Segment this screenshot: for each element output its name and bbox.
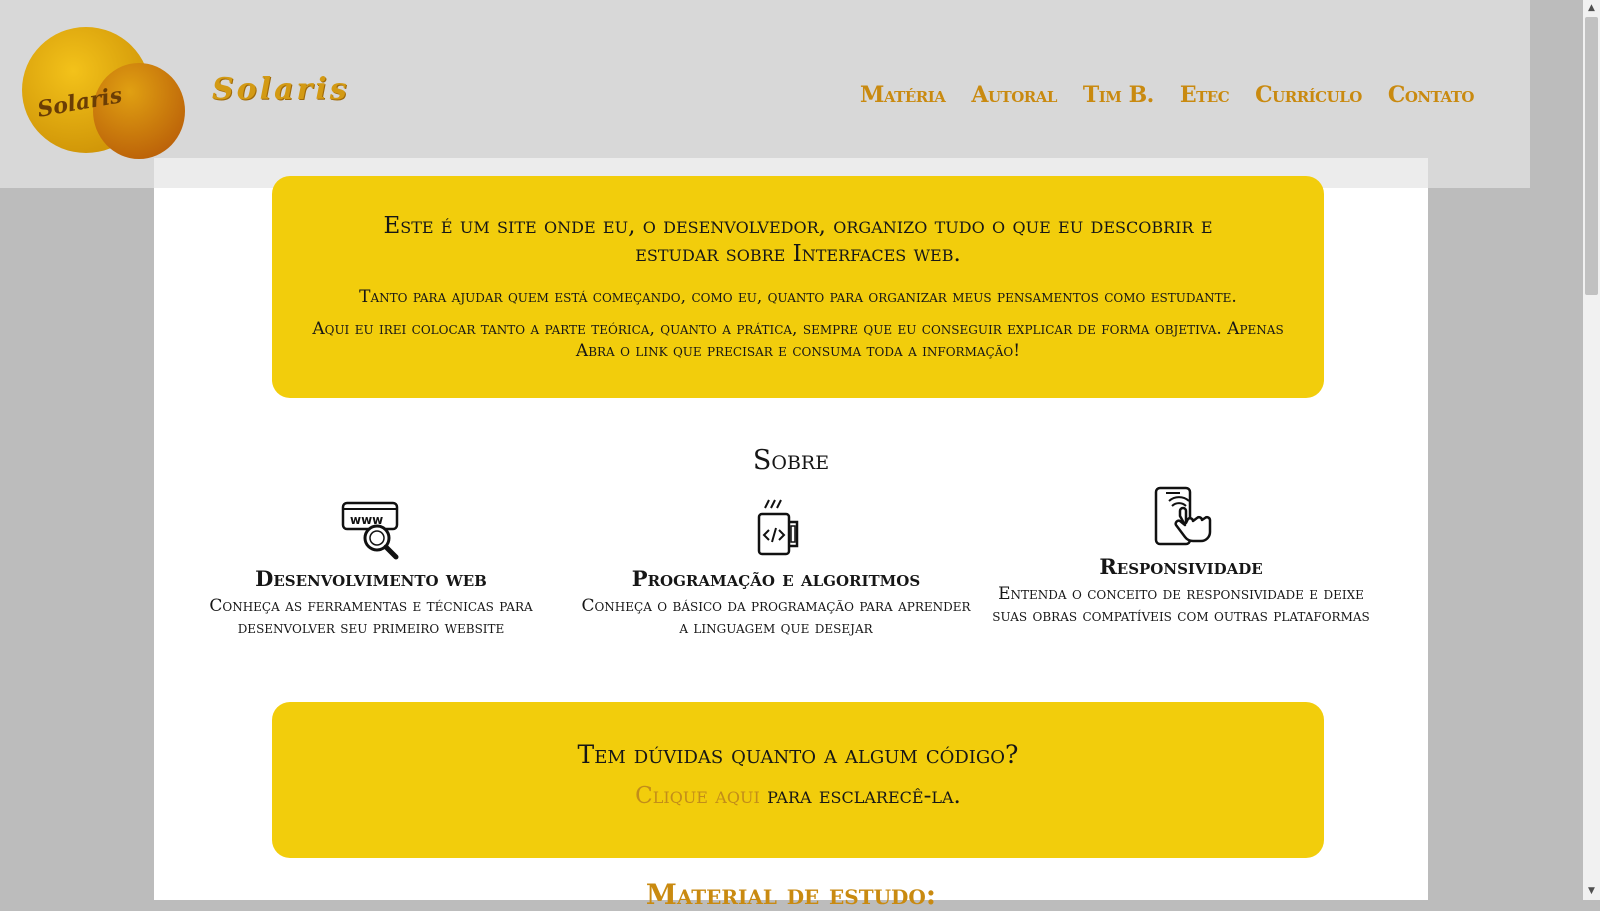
- feature-title: Responsividade: [1099, 554, 1263, 579]
- intro-box: Este é um site onde eu, o desenvolvedor,…: [272, 176, 1324, 398]
- code-mug-icon: [757, 499, 799, 556]
- feature-responsive: Responsividade Entenda o conceito de res…: [986, 486, 1376, 627]
- feature-text: Conheça o básico da programação para apr…: [581, 596, 971, 638]
- nav-materia[interactable]: Matéria: [860, 82, 946, 108]
- material-heading: Material de estudo:: [645, 878, 937, 911]
- feature-text: Conheça as ferramentas e técnicas para d…: [209, 596, 533, 638]
- main-content: Este é um site onde eu, o desenvolvedor,…: [154, 158, 1428, 911]
- feature-text: Entenda o conceito de responsividade e d…: [992, 584, 1370, 626]
- nav-curriculo[interactable]: Currículo: [1255, 82, 1362, 108]
- feature-programming: Programação e algoritmos Conheça o básic…: [581, 498, 971, 639]
- help-box: Tem dúvidas quanto a algum código? Cliqu…: [272, 702, 1324, 858]
- nav-contato[interactable]: Contato: [1388, 82, 1475, 108]
- nav-autoral[interactable]: Autoral: [971, 82, 1057, 108]
- help-cta-rest: para esclarecê-la.: [759, 783, 961, 809]
- intro-title: Este é um site onde eu, o desenvolvedor,…: [383, 213, 1213, 267]
- www-search-icon: www: [341, 501, 399, 560]
- main-nav: Matéria Autoral Tim B. Etec Currículo Co…: [860, 82, 1475, 108]
- scroll-up-arrow-icon[interactable]: ▲: [1583, 0, 1600, 17]
- solaris-logo[interactable]: Solaris: [20, 26, 185, 160]
- scrollbar-thumb[interactable]: [1585, 17, 1598, 295]
- touch-phone-icon: [1154, 486, 1212, 546]
- feature-title: Programação e algoritmos: [631, 566, 921, 591]
- help-link[interactable]: Clique aqui: [635, 783, 760, 809]
- nav-tim-b[interactable]: Tim B.: [1083, 82, 1154, 108]
- feature-web-dev: www Desenvolvimento web Conheça as ferra…: [176, 498, 566, 639]
- help-cta: Clique aqui para esclarecê-la.: [272, 783, 1324, 809]
- sobre-heading: Sobre: [752, 445, 830, 476]
- feature-title: Desenvolvimento web: [255, 566, 487, 591]
- intro-paragraph-2: Aqui eu irei colocar tanto a parte teóri…: [312, 319, 1284, 361]
- nav-etec[interactable]: Etec: [1180, 82, 1230, 108]
- brand-name: Solaris: [212, 72, 350, 107]
- help-question: Tem dúvidas quanto a algum código?: [577, 740, 1019, 769]
- intro-paragraph-1: Tanto para ajudar quem está começando, c…: [359, 287, 1237, 307]
- scroll-down-arrow-icon[interactable]: ▼: [1583, 883, 1600, 900]
- page-scrollbar[interactable]: ▲ ▼: [1583, 0, 1600, 900]
